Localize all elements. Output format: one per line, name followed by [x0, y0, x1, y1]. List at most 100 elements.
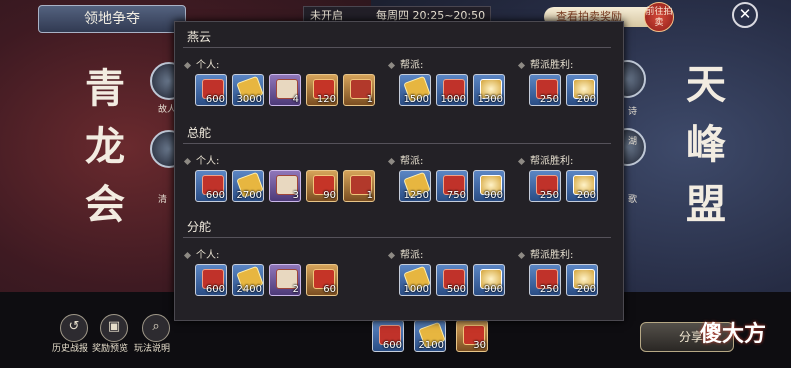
personal-label: 个人:	[183, 152, 219, 167]
reward-item[interactable]: 750	[436, 170, 468, 202]
section-divider	[183, 237, 611, 238]
reward-count: 600	[205, 190, 225, 201]
reward-count: 1	[366, 190, 373, 201]
rewards-label[interactable]: 奖励预览	[92, 341, 128, 354]
reward-item[interactable]: 900	[473, 170, 505, 202]
goto-auction-button[interactable]: 前往拍卖	[644, 2, 674, 32]
reward-item[interactable]: 2700	[232, 170, 264, 202]
reward-count: 600	[382, 340, 402, 351]
reward-item[interactable]: 3	[269, 170, 301, 202]
section-title: 分舵	[187, 220, 212, 234]
victory-label: 帮派胜利:	[517, 56, 573, 71]
reward-count: 600	[205, 94, 225, 105]
diamond-icon	[517, 61, 526, 69]
rules-label[interactable]: 玩法说明	[134, 341, 170, 354]
reward-item[interactable]: 2100	[414, 320, 446, 352]
section-divider	[183, 47, 611, 48]
section-title: 燕云	[187, 30, 212, 44]
diamond-icon	[387, 157, 396, 165]
reward-count: 200	[576, 190, 596, 201]
close-icon[interactable]: ✕	[732, 2, 758, 28]
reward-count: 200	[576, 284, 596, 295]
reward-count: 900	[483, 190, 503, 201]
reward-count: 900	[483, 284, 503, 295]
section-title: 总舵	[187, 126, 212, 140]
reward-count: 250	[539, 190, 559, 201]
reward-count: 90	[323, 190, 336, 201]
diamond-icon	[183, 157, 192, 165]
rules-icon[interactable]: ⌕	[142, 314, 170, 342]
reward-item[interactable]: 1500	[399, 74, 431, 106]
personal-label: 个人:	[183, 246, 219, 261]
victory-label: 帮派胜利:	[517, 152, 573, 167]
reward-item[interactable]: 250	[529, 170, 561, 202]
side-label: 诗	[628, 107, 638, 117]
reward-count: 60	[323, 284, 336, 295]
guild-label: 帮派:	[387, 152, 423, 167]
diamond-icon	[183, 61, 192, 69]
reward-count: 250	[539, 284, 559, 295]
reward-item[interactable]: 60	[306, 264, 338, 296]
victory-label: 帮派胜利:	[517, 246, 573, 261]
reward-item[interactable]: 600	[372, 320, 404, 352]
reward-item[interactable]: 250	[529, 74, 561, 106]
reward-item[interactable]: 1250	[399, 170, 431, 202]
reward-item[interactable]: 200	[566, 74, 598, 106]
reward-item[interactable]: 1	[343, 74, 375, 106]
reward-item[interactable]: 900	[473, 264, 505, 296]
reward-count: 4	[292, 94, 299, 105]
reward-item[interactable]: 2	[269, 264, 301, 296]
reward-count: 200	[576, 94, 596, 105]
diamond-icon	[387, 61, 396, 69]
side-label: 湖	[628, 137, 638, 147]
reward-item[interactable]: 30	[456, 320, 488, 352]
right-guild-name: 天峰盟	[686, 61, 726, 228]
history-label[interactable]: 历史战报	[52, 341, 88, 354]
reward-item[interactable]: 1	[343, 170, 375, 202]
section-divider	[183, 143, 611, 144]
personal-label: 个人:	[183, 56, 219, 71]
reward-count: 1300	[477, 94, 503, 105]
reward-count: 3000	[236, 94, 262, 105]
reward-item[interactable]: 1000	[436, 74, 468, 106]
reward-item[interactable]: 600	[195, 170, 227, 202]
reward-item[interactable]: 2400	[232, 264, 264, 296]
side-label: 歌	[628, 195, 638, 205]
reward-item[interactable]: 600	[195, 74, 227, 106]
history-icon[interactable]: ↺	[60, 314, 88, 342]
reward-count: 3	[292, 190, 299, 201]
left-guild-name: 青龙会	[85, 65, 125, 228]
reward-count: 500	[446, 284, 466, 295]
reward-item[interactable]: 4	[269, 74, 301, 106]
page-title: 领地争夺	[38, 5, 186, 33]
diamond-icon	[517, 251, 526, 259]
guild-label: 帮派:	[387, 56, 423, 71]
reward-item[interactable]: 250	[529, 264, 561, 296]
reward-count: 600	[205, 284, 225, 295]
reward-item[interactable]: 120	[306, 74, 338, 106]
watermark-text: 傻大方	[700, 322, 767, 347]
reward-item[interactable]: 600	[195, 264, 227, 296]
reward-count: 2	[292, 284, 299, 295]
reward-panel: 燕云 个人: 600 3000 4 120 1 帮派: 1500 1000 1300 帮派胜利: 250…	[174, 21, 624, 321]
gift-icon[interactable]: ▣	[100, 314, 128, 342]
reward-count: 120	[316, 94, 336, 105]
reward-item[interactable]: 200	[566, 264, 598, 296]
reward-count: 2400	[236, 284, 262, 295]
reward-item[interactable]: 500	[436, 264, 468, 296]
reward-item[interactable]: 1000	[399, 264, 431, 296]
reward-count: 250	[539, 94, 559, 105]
guild-label: 帮派:	[387, 246, 423, 261]
reward-count: 750	[446, 190, 466, 201]
reward-count: 1250	[403, 190, 429, 201]
side-label: 清	[158, 195, 168, 205]
reward-item[interactable]: 1300	[473, 74, 505, 106]
reward-count: 30	[473, 340, 486, 351]
diamond-icon	[387, 251, 396, 259]
diamond-icon	[183, 251, 192, 259]
reward-item[interactable]: 200	[566, 170, 598, 202]
reward-count: 2100	[418, 340, 444, 351]
reward-item[interactable]: 3000	[232, 74, 264, 106]
reward-count: 2700	[236, 190, 262, 201]
reward-item[interactable]: 90	[306, 170, 338, 202]
